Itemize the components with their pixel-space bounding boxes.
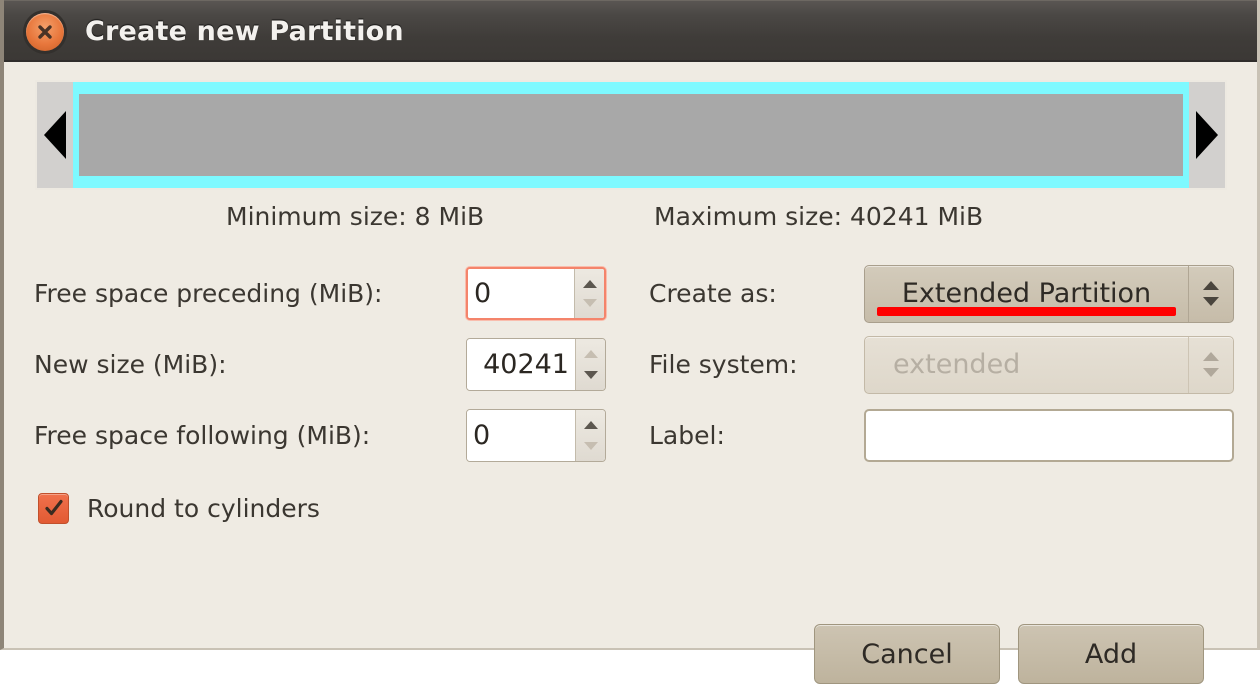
file-system-value: extended bbox=[865, 337, 1188, 393]
free-space-following-spinner[interactable]: 0 bbox=[466, 409, 606, 462]
file-system-combobox: extended bbox=[864, 336, 1234, 394]
slider-fill[interactable] bbox=[79, 94, 1183, 176]
close-x-glyph bbox=[36, 23, 54, 41]
dialog-action-buttons: Cancel Add bbox=[814, 624, 1204, 684]
chevron-down-icon[interactable] bbox=[1203, 297, 1219, 306]
checkbox-box[interactable] bbox=[38, 493, 69, 524]
new-size-row: New size (MiB): 40241 bbox=[34, 329, 606, 400]
round-to-cylinders-label: Round to cylinders bbox=[87, 494, 320, 523]
label-row: Label: bbox=[649, 400, 1234, 471]
stepper-down-icon[interactable] bbox=[583, 299, 597, 307]
new-size-input[interactable]: 40241 bbox=[467, 339, 575, 390]
label-input[interactable] bbox=[864, 409, 1234, 462]
file-system-row: File system: extended bbox=[649, 329, 1234, 400]
stepper-down-icon[interactable] bbox=[584, 442, 598, 450]
dialog-body: Minimum size: 8 MiB Maximum size: 40241 … bbox=[4, 62, 1257, 648]
create-as-row: Create as: Extended Partition bbox=[649, 258, 1234, 329]
free-space-preceding-label: Free space preceding (MiB): bbox=[34, 279, 466, 308]
partition-size-slider[interactable] bbox=[35, 80, 1227, 190]
right-form-column: Create as: Extended Partition File syste… bbox=[649, 258, 1234, 471]
close-icon[interactable] bbox=[26, 13, 64, 51]
arrow-right-glyph bbox=[1196, 111, 1218, 159]
create-as-value[interactable]: Extended Partition bbox=[865, 266, 1188, 322]
create-partition-dialog: Create new Partition Minimum size: 8 MiB… bbox=[0, 0, 1260, 650]
chevron-up-icon bbox=[1203, 352, 1219, 361]
slider-track[interactable] bbox=[73, 82, 1189, 188]
create-as-value-text: Extended Partition bbox=[902, 278, 1151, 309]
title-bar: Create new Partition bbox=[4, 0, 1257, 62]
maximum-size-label: Maximum size: 40241 MiB bbox=[654, 202, 983, 231]
arrow-right-icon[interactable] bbox=[1189, 82, 1225, 188]
stepper-up-icon[interactable] bbox=[583, 280, 597, 288]
create-as-combobox[interactable]: Extended Partition bbox=[864, 265, 1234, 323]
file-system-label: File system: bbox=[649, 350, 864, 379]
arrow-left-icon[interactable] bbox=[37, 82, 73, 188]
stepper-down-icon[interactable] bbox=[584, 371, 598, 379]
label-field-label: Label: bbox=[649, 421, 864, 450]
free-space-preceding-row: Free space preceding (MiB): 0 bbox=[34, 258, 606, 329]
free-space-following-input[interactable]: 0 bbox=[467, 410, 575, 461]
new-size-label: New size (MiB): bbox=[34, 350, 466, 379]
stepper-up-icon[interactable] bbox=[584, 350, 598, 358]
free-space-following-label: Free space following (MiB): bbox=[34, 421, 466, 450]
chevron-up-icon[interactable] bbox=[1203, 281, 1219, 290]
create-as-arrows[interactable] bbox=[1188, 266, 1233, 322]
red-underline-annotation bbox=[877, 307, 1176, 316]
free-space-preceding-input[interactable]: 0 bbox=[468, 269, 574, 318]
file-system-arrows bbox=[1188, 337, 1233, 393]
chevron-down-icon bbox=[1203, 368, 1219, 377]
free-space-preceding-spinner[interactable]: 0 bbox=[466, 267, 606, 320]
arrow-left-glyph bbox=[44, 111, 66, 159]
window-title: Create new Partition bbox=[85, 16, 404, 47]
free-space-following-row: Free space following (MiB): 0 bbox=[34, 400, 606, 471]
new-size-steppers[interactable] bbox=[575, 339, 605, 390]
size-caption-row: Minimum size: 8 MiB Maximum size: 40241 … bbox=[4, 202, 1257, 242]
minimum-size-label: Minimum size: 8 MiB bbox=[226, 202, 484, 231]
checkmark-icon bbox=[43, 497, 65, 519]
new-size-spinner[interactable]: 40241 bbox=[466, 338, 606, 391]
round-to-cylinders-checkbox[interactable]: Round to cylinders bbox=[34, 477, 606, 539]
free-space-preceding-steppers[interactable] bbox=[574, 269, 604, 318]
free-space-following-steppers[interactable] bbox=[575, 410, 605, 461]
cancel-button[interactable]: Cancel bbox=[814, 624, 1000, 684]
left-form-column: Free space preceding (MiB): 0 New size (… bbox=[34, 258, 606, 539]
add-button[interactable]: Add bbox=[1018, 624, 1204, 684]
stepper-up-icon[interactable] bbox=[584, 421, 598, 429]
create-as-label: Create as: bbox=[649, 279, 864, 308]
